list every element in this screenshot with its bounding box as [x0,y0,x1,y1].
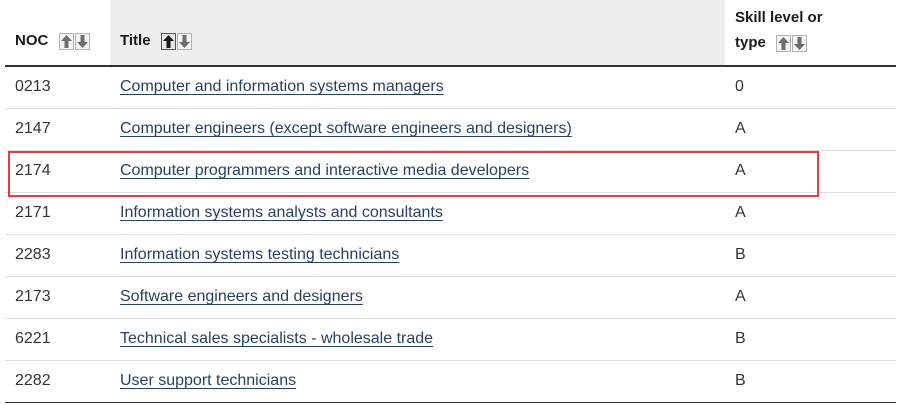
table-row: 2283 Information systems testing technic… [5,234,896,277]
arrow-up-icon[interactable] [160,33,176,50]
noc-column-header: NOC [5,0,110,67]
noc-cell: 2174 [5,150,110,193]
skill-cell: A [725,108,896,151]
arrow-up-icon[interactable] [776,35,792,52]
occupation-link[interactable]: Software engineers and designers [120,288,363,305]
noc-header-label: NOC [15,32,49,49]
title-cell: Computer and information systems manager… [110,66,725,109]
skill-cell: B [725,234,896,277]
arrow-down-icon[interactable] [176,33,192,50]
title-sort-controls [160,33,192,50]
table-row: 2147 Computer engineers (except software… [5,108,896,151]
noc-cell: 2283 [5,234,110,277]
skill-cell: A [725,276,896,319]
skill-sort-controls [776,35,808,52]
noc-cell: 2173 [5,276,110,319]
occupation-link[interactable]: Computer engineers (except software engi… [120,120,572,137]
noc-cell: 2282 [5,360,110,403]
occupation-link[interactable]: Information systems analysts and consult… [120,204,443,221]
skill-column-header: Skill level or type [725,0,896,67]
title-cell: Technical sales specialists - wholesale … [110,318,725,361]
table-row: 2282 User support technicians B [5,360,896,403]
skill-cell: A [725,192,896,235]
occupation-table-view: NOC Title Skill level or type 0213 Compu… [0,0,905,405]
title-cell: Software engineers and designers [110,276,725,319]
occupation-link[interactable]: Computer programmers and interactive med… [120,162,529,179]
table-row: 0213 Computer and information systems ma… [5,66,896,109]
occupation-link[interactable]: Computer and information systems manager… [120,78,444,95]
arrow-down-icon[interactable] [792,35,808,52]
table-row: 2174 Computer programmers and interactiv… [5,150,896,193]
skill-header-label-line2: type [735,34,766,51]
title-column-header: Title [110,0,725,67]
title-cell: Computer programmers and interactive med… [110,150,725,193]
arrow-down-icon[interactable] [74,33,90,50]
noc-sort-controls [58,33,90,50]
table-row: 2173 Software engineers and designers A [5,276,896,319]
skill-header-label-line2-wrap: type [735,30,896,55]
occupation-link[interactable]: User support technicians [120,372,296,389]
title-cell: Information systems testing technicians [110,234,725,277]
noc-cell: 2147 [5,108,110,151]
arrow-up-icon[interactable] [58,33,74,50]
skill-header-label-line1: Skill level or [735,9,823,26]
noc-cell: 2171 [5,192,110,235]
skill-cell: B [725,318,896,361]
table-row: 6221 Technical sales specialists - whole… [5,318,896,361]
skill-cell: A [725,150,896,193]
table-header-row: NOC Title Skill level or type [5,0,896,67]
occupation-table: NOC Title Skill level or type 0213 Compu… [5,0,896,403]
title-cell: Computer engineers (except software engi… [110,108,725,151]
title-header-label: Title [120,32,151,49]
noc-cell: 6221 [5,318,110,361]
skill-cell: B [725,360,896,403]
occupation-link[interactable]: Technical sales specialists - wholesale … [120,330,433,347]
occupation-link[interactable]: Information systems testing technicians [120,246,399,263]
title-cell: User support technicians [110,360,725,403]
noc-cell: 0213 [5,66,110,109]
skill-cell: 0 [725,66,896,109]
table-row: 2171 Information systems analysts and co… [5,192,896,235]
title-cell: Information systems analysts and consult… [110,192,725,235]
